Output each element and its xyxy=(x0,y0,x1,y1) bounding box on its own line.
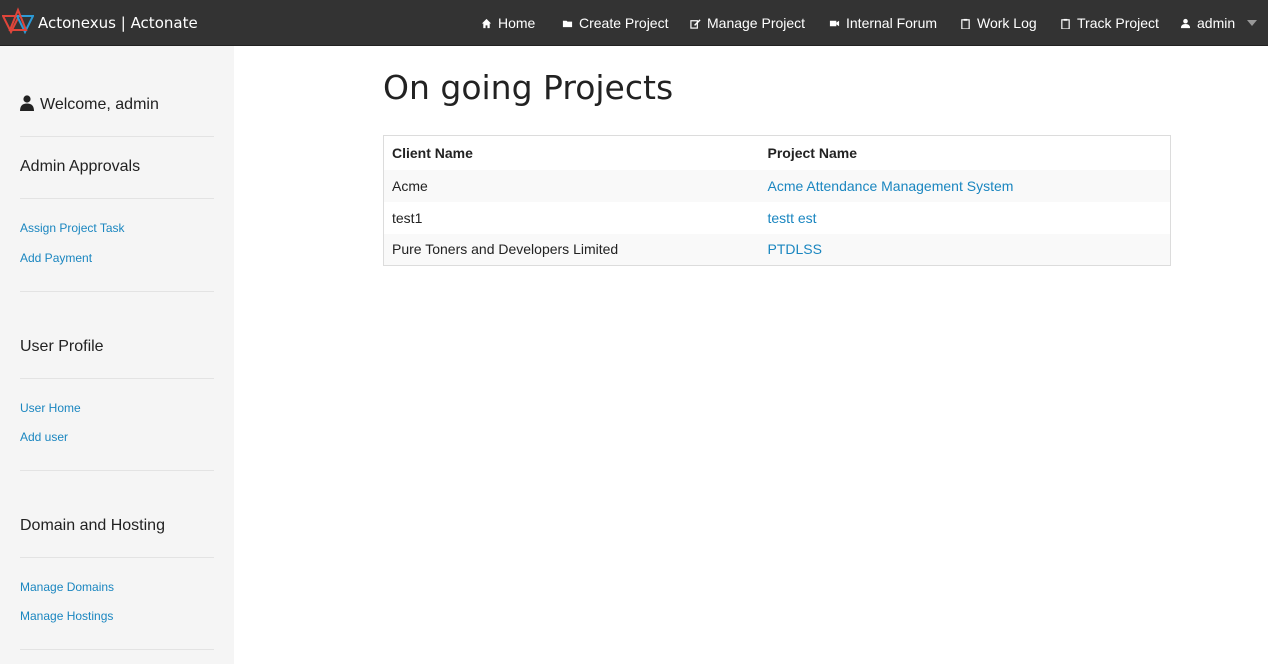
client-name-cell: test1 xyxy=(392,209,423,226)
divider xyxy=(20,649,214,650)
table-header-row: Client Name Project Name xyxy=(384,136,1171,170)
nav-home[interactable]: Home xyxy=(481,15,535,31)
link-manage-domains[interactable]: Manage Domains xyxy=(20,580,114,594)
folder-icon xyxy=(562,20,573,27)
welcome-text: Welcome, admin xyxy=(40,96,159,113)
nav-home-label: Home xyxy=(498,15,536,31)
table-row: Acme Acme Attendance Management System xyxy=(383,169,1171,202)
link-manage-hostings[interactable]: Manage Hostings xyxy=(20,609,113,623)
top-navbar: Actonexus | Actonate Home Create Project… xyxy=(0,0,1268,46)
divider xyxy=(20,378,214,379)
link-user-home[interactable]: User Home xyxy=(20,401,81,415)
user-menu[interactable]: admin xyxy=(1180,15,1258,31)
project-name-cell: Acme Attendance Management System xyxy=(759,169,1171,202)
link-add-payment[interactable]: Add Payment xyxy=(20,251,92,265)
divider xyxy=(20,470,214,471)
project-link[interactable]: testt est xyxy=(768,210,817,226)
sidebar: Welcome, admin Admin Approvals Assign Pr… xyxy=(0,46,234,664)
nav-work-log-label: Work Log xyxy=(977,15,1037,31)
project-link[interactable]: PTDLSS xyxy=(768,241,822,257)
nav-manage-project-label: Manage Project xyxy=(707,15,806,31)
project-name-cell: testt est xyxy=(760,202,1171,234)
divider xyxy=(20,136,214,137)
caret-down-icon xyxy=(1247,20,1258,26)
column-header-project-name: Project Name xyxy=(767,144,857,161)
brand-title: Actonexus | Actonate xyxy=(38,14,198,32)
logo-icon xyxy=(2,7,34,35)
nav-internal-forum-label: Internal Forum xyxy=(846,15,938,31)
projects-table: Client Name Project Name Acme Acme Atten… xyxy=(383,135,1171,266)
nav-track-project[interactable]: Track Project xyxy=(1060,15,1159,31)
user-icon xyxy=(20,95,34,111)
project-link[interactable]: Acme Attendance Management System xyxy=(768,178,1014,194)
divider xyxy=(20,198,214,199)
nav-manage-project[interactable]: Manage Project xyxy=(690,15,805,31)
column-header-client-name: Client Name xyxy=(392,144,473,161)
nav-work-log[interactable]: Work Log xyxy=(960,15,1037,31)
link-assign-project-task[interactable]: Assign Project Task xyxy=(20,221,125,235)
section-heading-admin-approvals: Admin Approvals xyxy=(20,158,141,175)
nav-create-project-label: Create Project xyxy=(579,15,669,31)
page-title: On going Projects xyxy=(383,68,674,107)
divider xyxy=(20,291,214,292)
video-icon xyxy=(829,20,840,26)
edit-icon xyxy=(690,18,701,29)
link-add-user[interactable]: Add user xyxy=(20,430,68,444)
table-row: Pure Toners and Developers Limited PTDLS… xyxy=(383,233,1171,266)
section-heading-domain-hosting: Domain and Hosting xyxy=(20,517,165,534)
welcome-message: Welcome, admin xyxy=(20,95,159,114)
client-name-cell: Acme xyxy=(383,169,760,202)
clipboard-icon xyxy=(961,18,970,29)
home-icon xyxy=(481,18,492,28)
divider xyxy=(20,557,214,558)
clipboard-icon xyxy=(1061,18,1070,29)
user-icon xyxy=(1180,18,1191,28)
nav-create-project[interactable]: Create Project xyxy=(562,15,668,31)
nav-internal-forum[interactable]: Internal Forum xyxy=(829,15,937,31)
client-name-cell: Pure Toners and Developers Limited xyxy=(383,233,760,266)
user-menu-label: admin xyxy=(1197,15,1236,31)
table-row: test1 testt est xyxy=(384,202,1171,234)
project-name-cell: PTDLSS xyxy=(759,233,1171,266)
nav-track-project-label: Track Project xyxy=(1077,15,1159,31)
section-heading-user-profile: User Profile xyxy=(20,338,104,355)
